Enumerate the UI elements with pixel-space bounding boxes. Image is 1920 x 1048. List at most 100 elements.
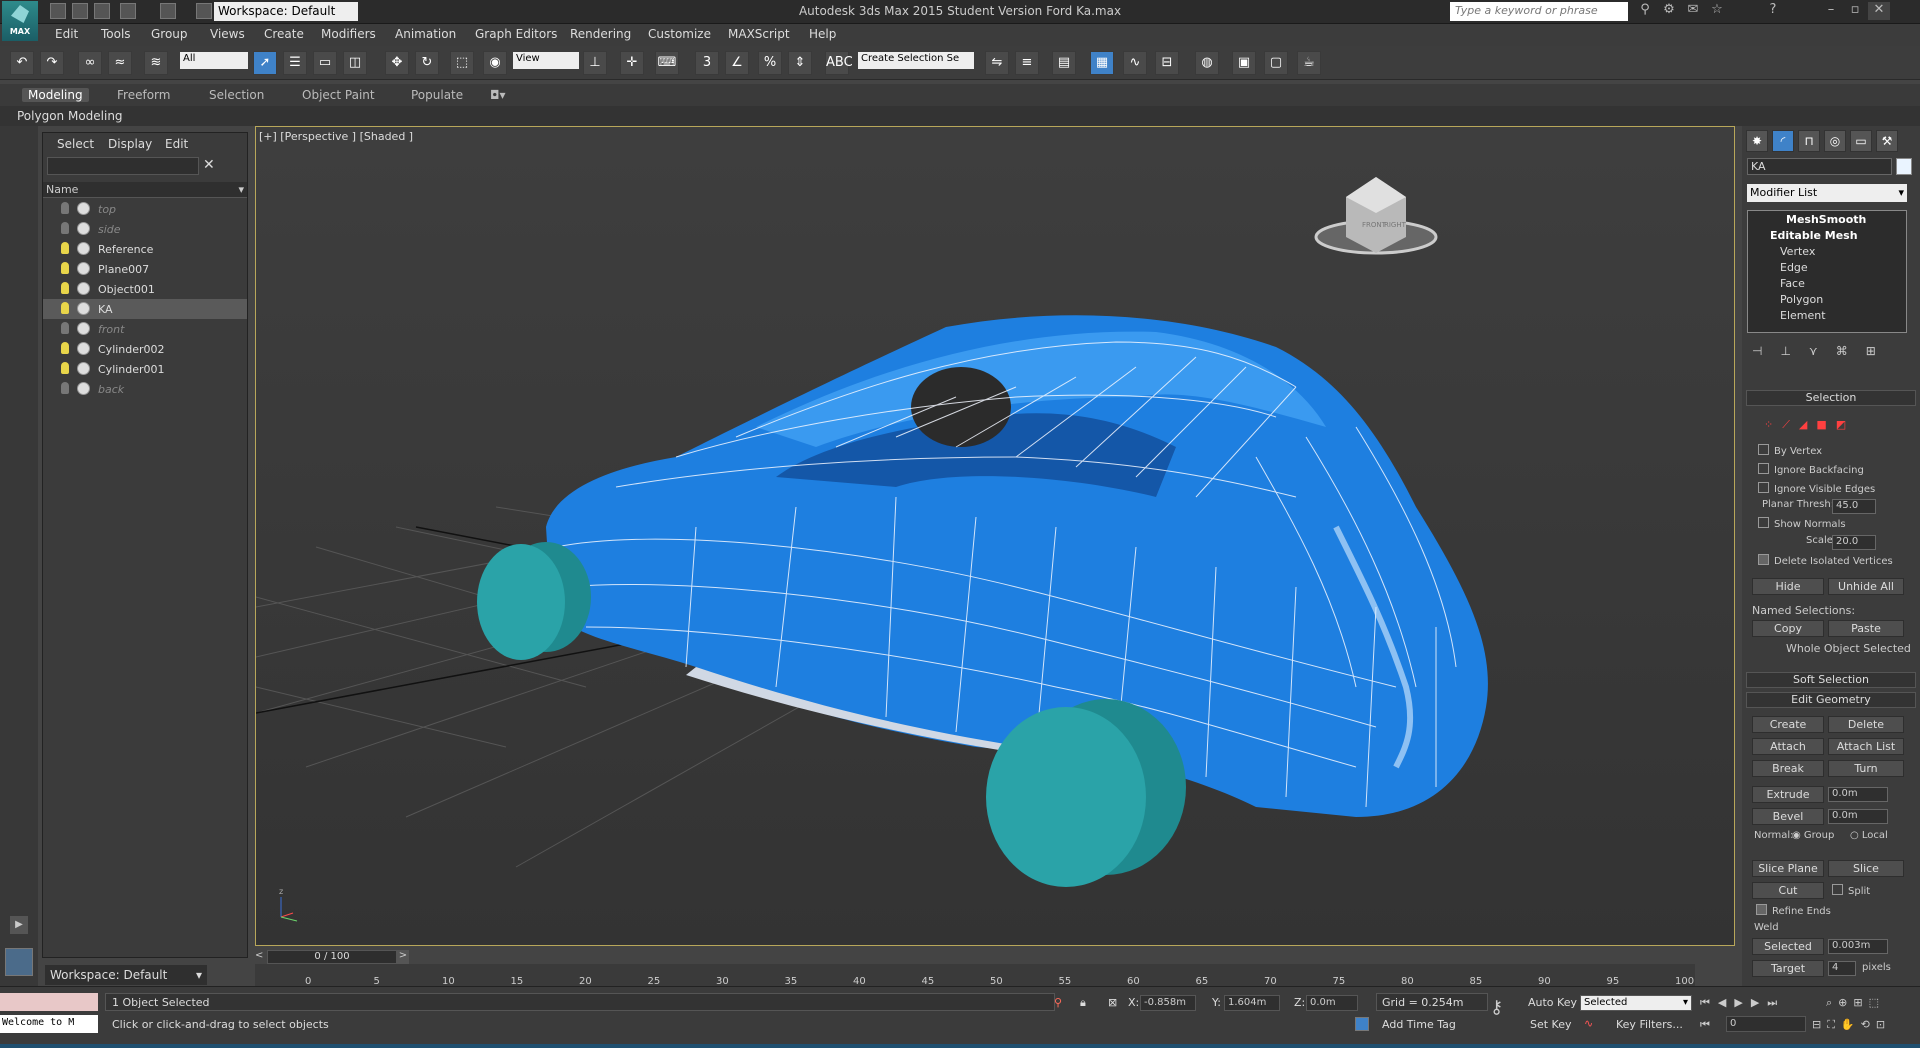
app-logo-button[interactable]: MAX: [2, 1, 38, 41]
viewport-nav-icons-2[interactable]: ⊟⛶✋⟲⊡: [1812, 1018, 1891, 1032]
add-time-tag-button[interactable]: Add Time Tag: [1382, 1018, 1456, 1031]
open-file-icon[interactable]: [72, 3, 88, 19]
split-checkbox[interactable]: Split: [1832, 884, 1870, 897]
undo-icon[interactable]: ↶: [10, 51, 34, 75]
cut-button[interactable]: Cut: [1752, 882, 1824, 899]
scale-icon[interactable]: ⬚: [450, 51, 474, 75]
unlink-icon[interactable]: ≈: [108, 51, 132, 75]
ignore-backfacing-checkbox[interactable]: Ignore Backfacing: [1758, 463, 1864, 476]
playback-controls-icons[interactable]: ⏮◀▶▶⏭: [1700, 996, 1785, 1010]
undo-icon[interactable]: [120, 3, 136, 19]
visibility-icon[interactable]: [77, 322, 90, 335]
rotate-icon[interactable]: ↻: [415, 51, 439, 75]
curve-editor-icon[interactable]: ∿: [1123, 51, 1147, 75]
visibility-icon[interactable]: [77, 262, 90, 275]
new-file-icon[interactable]: [50, 3, 66, 19]
subscription-icon[interactable]: ⚙: [1658, 2, 1680, 20]
edit-geometry-rollout-header[interactable]: Edit Geometry: [1746, 692, 1916, 708]
scene-tab-edit[interactable]: Edit: [165, 137, 188, 151]
scene-row[interactable]: Object001: [43, 279, 247, 299]
tab-populate[interactable]: Populate: [411, 88, 463, 102]
create-button[interactable]: Create: [1752, 716, 1824, 733]
visibility-icon[interactable]: [77, 202, 90, 215]
extrude-spinner[interactable]: 0.0m: [1828, 787, 1888, 802]
menu-create[interactable]: Create: [264, 27, 304, 41]
material-editor-icon[interactable]: ◍: [1195, 51, 1219, 75]
frame-slider[interactable]: 0 / 100: [267, 950, 397, 964]
menu-group[interactable]: Group: [151, 27, 188, 41]
next-frame-arrow-icon[interactable]: >: [397, 950, 409, 964]
local-radio[interactable]: ○ Local: [1850, 830, 1888, 841]
extrude-button[interactable]: Extrude: [1752, 786, 1824, 803]
group-radio[interactable]: ◉ Group: [1792, 830, 1834, 841]
minimize-icon[interactable]: –: [1820, 2, 1842, 20]
menu-modifiers[interactable]: Modifiers: [321, 27, 376, 41]
scene-row[interactable]: back: [43, 379, 247, 399]
layer-manager-icon[interactable]: ▤: [1052, 51, 1076, 75]
utilities-tab-icon[interactable]: ⚒: [1876, 130, 1898, 152]
angle-snap-icon[interactable]: ∠: [725, 51, 749, 75]
scene-row[interactable]: KA: [43, 299, 247, 319]
redo-icon[interactable]: [160, 3, 176, 19]
prev-frame-arrow-icon[interactable]: <: [255, 950, 267, 964]
stack-editable-mesh[interactable]: Editable Mesh: [1770, 229, 1858, 242]
scene-tab-select[interactable]: Select: [57, 137, 94, 151]
search-input[interactable]: Type a keyword or phrase: [1450, 2, 1628, 21]
project-icon[interactable]: [196, 3, 212, 19]
window-crossing-icon[interactable]: ◫: [343, 51, 367, 75]
layer-icon[interactable]: [5, 948, 33, 976]
stack-tools-icons[interactable]: ⊣⊥⋎⌘⊞: [1752, 344, 1912, 360]
object-color-swatch[interactable]: [1896, 158, 1912, 175]
modify-tab-icon[interactable]: ◜: [1772, 130, 1794, 152]
stack-vertex[interactable]: Vertex: [1780, 245, 1815, 258]
ignore-visible-edges-checkbox[interactable]: Ignore Visible Edges: [1758, 482, 1875, 495]
perspective-viewport[interactable]: [+] [Perspective ] [Shaded ] FRONT RIGHT…: [255, 126, 1735, 946]
visibility-icon[interactable]: [77, 302, 90, 315]
light-bulb-icon[interactable]: [61, 342, 69, 354]
delete-button[interactable]: Delete: [1828, 716, 1904, 733]
edit-named-selection-icon[interactable]: ABC: [825, 51, 853, 75]
key-filters-button[interactable]: Key Filters...: [1616, 1018, 1683, 1031]
by-vertex-checkbox[interactable]: By Vertex: [1758, 444, 1822, 457]
auto-key-button[interactable]: Auto Key: [1528, 996, 1577, 1009]
light-bulb-icon[interactable]: [61, 302, 69, 314]
select-by-name-icon[interactable]: ☰: [283, 51, 307, 75]
scene-row[interactable]: Cylinder001: [43, 359, 247, 379]
stack-element[interactable]: Element: [1780, 309, 1826, 322]
stack-meshsmooth[interactable]: MeshSmooth: [1786, 213, 1866, 226]
z-coordinate-field[interactable]: 0.0m: [1306, 995, 1358, 1011]
link-icon[interactable]: ∞: [78, 51, 102, 75]
menu-help[interactable]: Help: [809, 27, 836, 41]
save-icon[interactable]: [94, 3, 110, 19]
visibility-icon[interactable]: [77, 362, 90, 375]
binoculars-icon[interactable]: ⚲: [1634, 2, 1656, 20]
scene-tab-display[interactable]: Display: [108, 137, 152, 151]
snap-toggle-icon[interactable]: 3: [695, 51, 719, 75]
break-button[interactable]: Break: [1752, 760, 1824, 777]
copy-button[interactable]: Copy: [1752, 620, 1824, 637]
attach-list-button[interactable]: Attach List: [1828, 738, 1904, 755]
key-icon[interactable]: ⚷: [1490, 997, 1503, 1018]
soft-selection-rollout-header[interactable]: Soft Selection: [1746, 672, 1916, 688]
light-bulb-icon[interactable]: [61, 282, 69, 294]
tab-modeling[interactable]: Modeling: [22, 88, 89, 102]
stack-face[interactable]: Face: [1780, 277, 1805, 290]
modifier-list-dropdown[interactable]: Modifier List ▾: [1747, 184, 1907, 202]
motion-tab-icon[interactable]: ◎: [1824, 130, 1846, 152]
rectangular-selection-icon[interactable]: ▭: [313, 51, 337, 75]
turn-button[interactable]: Turn: [1828, 760, 1904, 777]
track-bar[interactable]: 0 5 10 15 20 25 30 35 40 45 50 55 60 65 70 75 80 85 90 95 10…: [255, 964, 1695, 987]
maximize-icon[interactable]: ▫: [1844, 2, 1866, 20]
scene-row[interactable]: side: [43, 219, 247, 239]
visibility-icon[interactable]: [77, 342, 90, 355]
clear-filter-icon[interactable]: ✕: [203, 157, 215, 173]
menu-edit[interactable]: Edit: [55, 27, 78, 41]
current-frame-field[interactable]: 0: [1726, 1016, 1806, 1032]
move-icon[interactable]: ✥: [385, 51, 409, 75]
menu-maxscript[interactable]: MAXScript: [728, 27, 790, 41]
paste-button[interactable]: Paste: [1828, 620, 1904, 637]
hierarchy-tab-icon[interactable]: ⊓: [1798, 130, 1820, 152]
render-teapot-icon[interactable]: ☕: [1297, 51, 1321, 75]
visibility-icon[interactable]: [77, 282, 90, 295]
scene-workspace-dropdown[interactable]: Workspace: Default ▾: [45, 965, 207, 985]
